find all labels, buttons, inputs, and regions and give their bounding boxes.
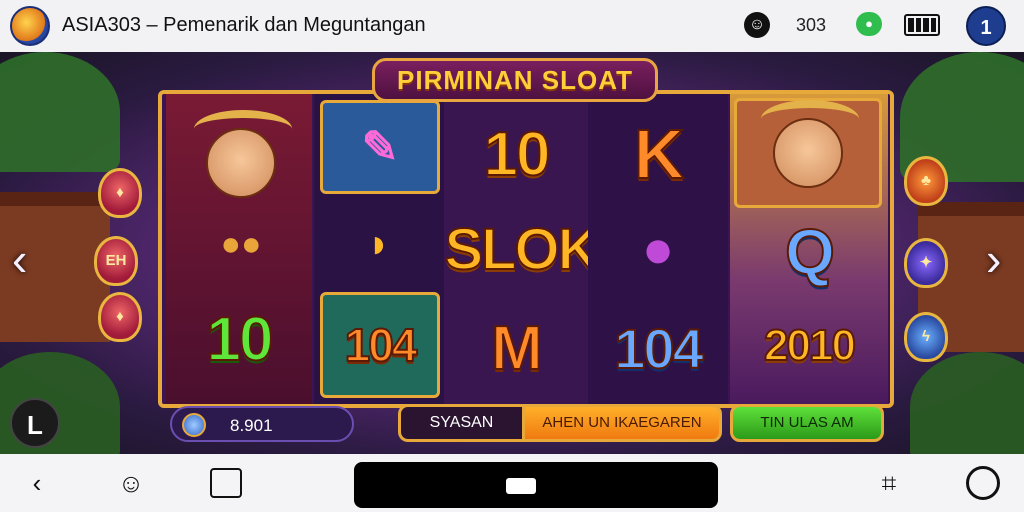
banana-symbol-icon: ◗: [366, 221, 392, 266]
coin-icon: [182, 413, 206, 437]
recents-icon[interactable]: [210, 468, 242, 498]
balance-value: 8.901: [230, 416, 273, 435]
chevron-left-icon[interactable]: ‹: [12, 232, 27, 286]
side-gem-right-2: ✦: [904, 238, 948, 288]
symbol-k: K: [633, 114, 686, 194]
heroine-symbol: [734, 98, 882, 208]
side-gem-left-1: ♦: [98, 168, 142, 218]
side-gem-left-2: EH: [94, 236, 138, 286]
floating-menu-button[interactable]: L: [10, 398, 60, 448]
symbol-104-framed: 104: [320, 292, 440, 398]
home-pill[interactable]: [354, 462, 718, 508]
screenshot-icon[interactable]: ⌗: [874, 468, 904, 498]
symbol-q: Q: [784, 215, 836, 289]
app-title: ASIA303 – Pemenarik dan Meguntangan: [62, 14, 426, 36]
symbol-104: 104: [613, 316, 704, 381]
app-logo: [10, 6, 50, 46]
reel-2: ✎ ◗ 104: [314, 94, 444, 404]
arrange-button[interactable]: AHEN UN IKAEGAREN: [522, 404, 722, 442]
system-nav-bar: ‹ ☺ ⌗: [0, 454, 1024, 512]
game-scene: ‹ › ♦ EH ♦ ♣ ✦ ϟ ●● 10 ✎ ◗ 104 10 SLOK M…: [0, 52, 1024, 454]
symbol-10-gold: 10: [483, 119, 552, 190]
heroine-face-icon: [761, 100, 859, 188]
play-button[interactable]: TIN ULAS AM: [730, 404, 884, 442]
circle-icon[interactable]: [966, 466, 1000, 500]
side-gem-right-3: ϟ: [904, 312, 948, 362]
side-gem-right-1: ♣: [904, 156, 948, 206]
control-bar: 8.901 SYASAN AHEN UN IKAEGAREN TIN ULAS …: [158, 400, 894, 448]
palm-leaves-left: [0, 52, 120, 172]
symbol-10-green: 10: [206, 304, 275, 375]
side-gem-left-3: ♦: [98, 292, 142, 342]
top-status-bar: ASIA303 – Pemenarik dan Meguntangan ☺ 30…: [0, 0, 1024, 52]
reel-5: Q 2010: [730, 94, 888, 404]
candy-symbol-icon: ✎: [320, 100, 440, 194]
hero-symbol: [194, 110, 292, 208]
system-button[interactable]: SYASAN: [398, 404, 522, 442]
status-icons: ☺ 303 ● 1: [724, 0, 1024, 52]
notification-icon[interactable]: ☺: [744, 12, 770, 38]
profile-avatar[interactable]: 1: [966, 6, 1006, 46]
symbol-m: M: [490, 313, 544, 384]
chat-icon[interactable]: ●: [856, 12, 882, 36]
game-title-banner: PIRMINAN SLOAT: [372, 58, 658, 102]
reel-1: ●● 10: [166, 94, 312, 404]
slot-board: ●● 10 ✎ ◗ 104 10 SLOK M K ● 104 Q 2010: [158, 90, 894, 408]
food-symbol-icon: ●●: [220, 224, 262, 263]
reel-4: K ● 104: [588, 94, 728, 404]
symbol-2010: 2010: [763, 320, 857, 371]
reel-3: 10 SLOK M: [443, 94, 601, 404]
warrior-face-icon: [194, 110, 292, 198]
fruit-symbol-icon: ●: [641, 219, 675, 279]
back-icon[interactable]: ‹: [22, 468, 52, 498]
chevron-right-icon[interactable]: ›: [986, 232, 1001, 286]
balance-display: 8.901: [170, 406, 354, 442]
battery-icon: [904, 14, 940, 36]
assistant-icon[interactable]: ☺: [116, 468, 146, 498]
foliage-bottom-right: [910, 352, 1024, 454]
status-count: 303: [796, 15, 827, 35]
